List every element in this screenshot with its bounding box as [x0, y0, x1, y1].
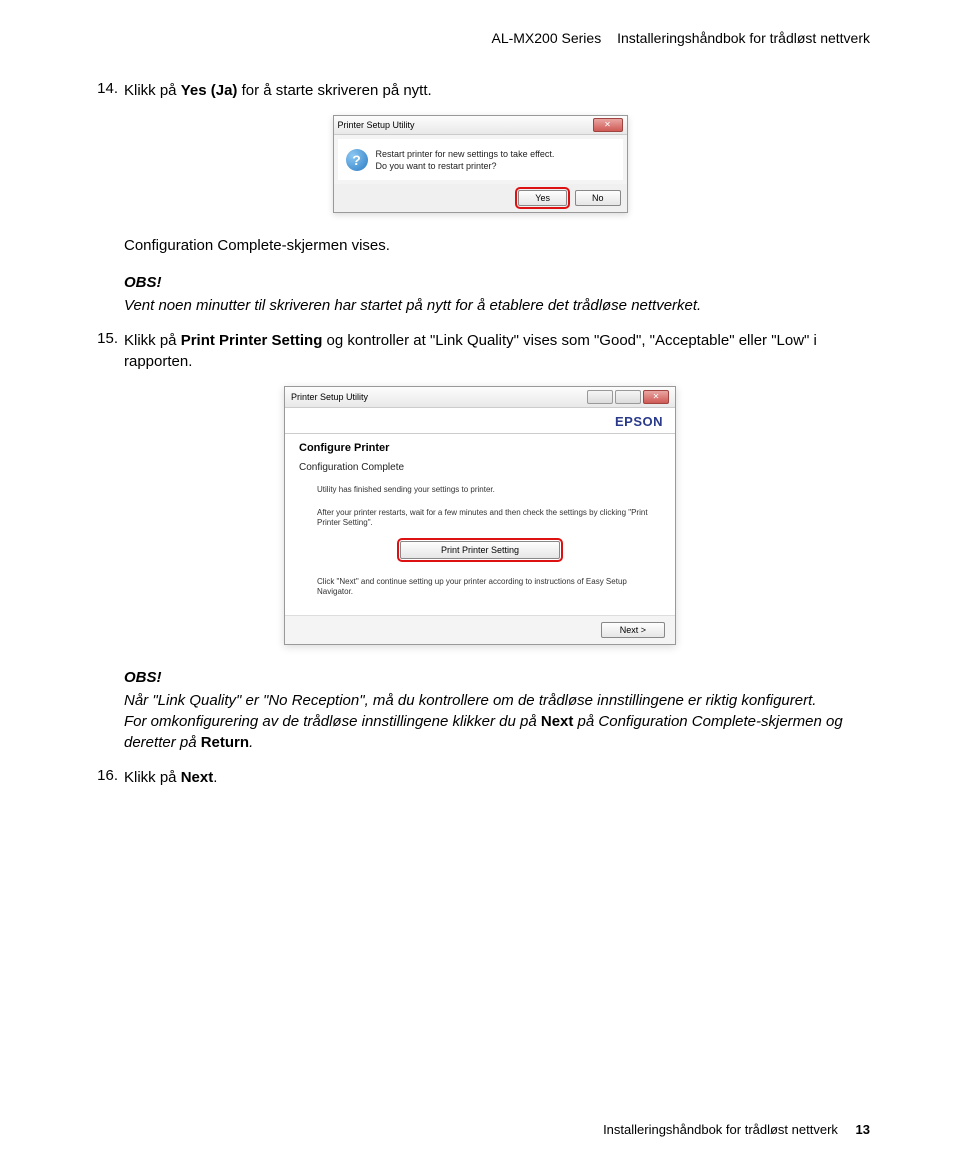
step-15-num: 15. [90, 330, 124, 372]
config-complete-dialog: Printer Setup Utility EPSON Configure Pr… [284, 386, 676, 645]
footer-text: Installeringshåndbok for trådløst nettve… [603, 1122, 838, 1137]
dialog-msg-line1: Restart printer for new settings to take… [376, 149, 555, 161]
maximize-icon[interactable] [615, 390, 641, 404]
dialog2-line3: Click "Next" and continue setting up you… [299, 577, 661, 598]
step-16-num: 16. [90, 767, 124, 788]
obs-body-1: Vent noen minutter til skriveren har sta… [124, 295, 870, 316]
step-14-bold: Yes (Ja) [181, 82, 238, 99]
step-15-text: Klikk på Print Printer Setting og kontro… [124, 330, 870, 372]
step-15-pre: Klikk på [124, 332, 181, 349]
dialog2-title: Printer Setup Utility [291, 392, 368, 402]
config-complete-line: Configuration Complete-skjermen vises. [124, 235, 870, 256]
after-step-14: Configuration Complete-skjermen vises. O… [124, 235, 870, 316]
step-16-post: . [213, 769, 217, 786]
step-15: 15. Klikk på Print Printer Setting og ko… [90, 330, 870, 372]
page-header: AL-MX200 Series Installeringshåndbok for… [90, 30, 870, 46]
close-icon[interactable] [643, 390, 669, 404]
brand-label: EPSON [285, 408, 675, 433]
after-step-15: OBS! Når "Link Quality" er "No Reception… [124, 667, 870, 753]
page-footer: Installeringshåndbok for trådløst nettve… [603, 1122, 870, 1137]
step-16-bold: Next [181, 769, 214, 786]
step-14: 14. Klikk på Yes (Ja) for å starte skriv… [90, 80, 870, 101]
obs2-pre: For omkonfigurering av de trådløse innst… [124, 713, 541, 730]
dialog-msg-line2: Do you want to restart printer? [376, 161, 555, 173]
dialog2-titlebar: Printer Setup Utility [285, 387, 675, 408]
page-number: 13 [856, 1122, 870, 1137]
config-complete-heading: Configuration Complete [299, 462, 661, 473]
step-15-bold: Print Printer Setting [181, 332, 323, 349]
print-printer-setting-button[interactable]: Print Printer Setting [400, 541, 560, 559]
close-icon[interactable] [593, 118, 623, 132]
next-button[interactable]: Next > [601, 622, 665, 638]
obs2-bold1: Next [541, 713, 574, 730]
obs-heading-2: OBS! [124, 667, 870, 688]
dialog2-line2: After your printer restarts, wait for a … [299, 508, 661, 529]
doc-title: Installeringshåndbok for trådløst nettve… [617, 30, 870, 46]
step-16-pre: Klikk på [124, 769, 181, 786]
obs-body-2: Når "Link Quality" er "No Reception", må… [124, 690, 870, 753]
step-14-text: Klikk på Yes (Ja) for å starte skriveren… [124, 80, 870, 101]
obs2-bold2: Return [201, 734, 249, 751]
series-label: AL-MX200 Series [491, 30, 601, 46]
no-button[interactable]: No [575, 190, 621, 206]
restart-dialog: Printer Setup Utility ? Restart printer … [333, 115, 628, 213]
obs-heading-1: OBS! [124, 272, 870, 293]
step-16: 16. Klikk på Next. [90, 767, 870, 788]
obs2-post: . [249, 734, 253, 751]
dialog2-line1: Utility has finished sending your settin… [299, 485, 661, 495]
question-icon: ? [346, 149, 368, 171]
step-14-post: for å starte skriveren på nytt. [237, 82, 431, 99]
minimize-icon[interactable] [587, 390, 613, 404]
dialog-titlebar: Printer Setup Utility [334, 116, 627, 135]
step-16-text: Klikk på Next. [124, 767, 870, 788]
step-14-pre: Klikk på [124, 82, 181, 99]
dialog-message: Restart printer for new settings to take… [376, 149, 555, 172]
configure-printer-heading: Configure Printer [299, 442, 661, 454]
dialog-title: Printer Setup Utility [338, 120, 415, 130]
step-14-num: 14. [90, 80, 124, 101]
yes-button[interactable]: Yes [518, 190, 567, 206]
obs2-line1: Når "Link Quality" er "No Reception", må… [124, 692, 816, 709]
